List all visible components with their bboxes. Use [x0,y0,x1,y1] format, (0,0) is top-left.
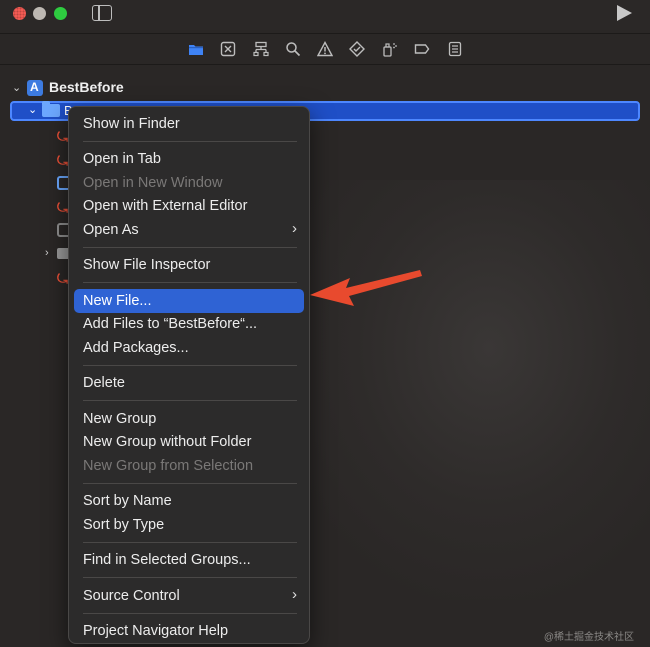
watermark: @稀土掘金技术社区 [543,632,634,643]
menu-item-sort-by-name[interactable]: Sort by Name [83,491,172,511]
menu-item-open-in-tab[interactable]: Open in Tab [83,149,161,169]
issue-navigator-warning-icon[interactable] [317,41,333,57]
menu-separator [83,247,297,248]
menu-separator [83,542,297,543]
sidebar-toggle-icon[interactable] [92,5,112,21]
menu-separator [83,365,297,366]
menu-item-open-in-new-window: Open in New Window [83,175,223,191]
folder-icon [42,101,60,117]
menu-item-new-file[interactable]: New File... [83,291,152,311]
disclosure-chevron-down-icon[interactable]: ⌄ [12,81,21,94]
project-navigator-folder-icon[interactable] [188,41,204,57]
menu-item-show-in-finder[interactable]: Show in Finder [83,114,180,134]
navigator-toolbar [0,34,650,64]
find-navigator-search-icon[interactable] [285,41,301,57]
submenu-chevron-right-icon: › [292,586,297,603]
menu-item-new-group-without-folder[interactable]: New Group without Folder [83,432,251,452]
minimize-window-button[interactable] [33,7,46,20]
menu-separator [83,613,297,614]
menu-separator [83,577,297,578]
source-control-navigator-icon[interactable] [220,41,236,57]
menu-separator [83,483,297,484]
debug-navigator-spray-icon[interactable] [382,41,398,57]
menu-item-new-group-from-selection: New Group from Selection [83,458,254,474]
disclosure-chevron-down-icon[interactable]: ⌄ [28,103,37,116]
zoom-window-button[interactable] [54,7,67,20]
breakpoint-navigator-tag-icon[interactable] [414,41,430,57]
menu-item-delete[interactable]: Delete [83,373,125,393]
menu-item-project-navigator-help[interactable]: Project Navigator Help [83,621,228,641]
project-name[interactable]: BestBefore [49,79,124,95]
menu-item-add-packages[interactable]: Add Packages... [83,338,189,358]
background-glow [280,180,650,600]
close-window-button[interactable] [13,7,26,20]
menu-item-source-control[interactable]: Source Control [83,586,180,606]
menu-item-open-as[interactable]: Open As [83,220,139,240]
menu-item-show-file-inspector[interactable]: Show File Inspector [83,255,210,275]
symbol-navigator-hierarchy-icon[interactable] [253,41,269,57]
test-navigator-diamond-icon[interactable] [349,41,365,57]
disclosure-chevron-right-icon[interactable]: › [45,247,49,259]
annotation-arrow-icon [310,270,422,306]
menu-item-sort-by-type[interactable]: Sort by Type [83,515,164,535]
menu-item-add-files[interactable]: Add Files to “BestBefore“... [83,314,257,334]
divider [0,64,650,65]
submenu-chevron-right-icon: › [292,220,297,237]
title-bar [0,0,650,30]
context-menu: Show in Finder Open in Tab Open in New W… [68,106,310,644]
xcode-project-icon [27,80,43,96]
menu-item-find-in-selected-groups[interactable]: Find in Selected Groups... [83,550,251,570]
menu-item-open-with-external-editor[interactable]: Open with External Editor [83,196,247,216]
menu-separator [83,282,297,283]
menu-separator [83,400,297,401]
menu-item-new-group[interactable]: New Group [83,409,156,429]
run-play-icon[interactable] [617,5,632,21]
report-navigator-icon[interactable] [447,41,463,57]
menu-separator [83,141,297,142]
